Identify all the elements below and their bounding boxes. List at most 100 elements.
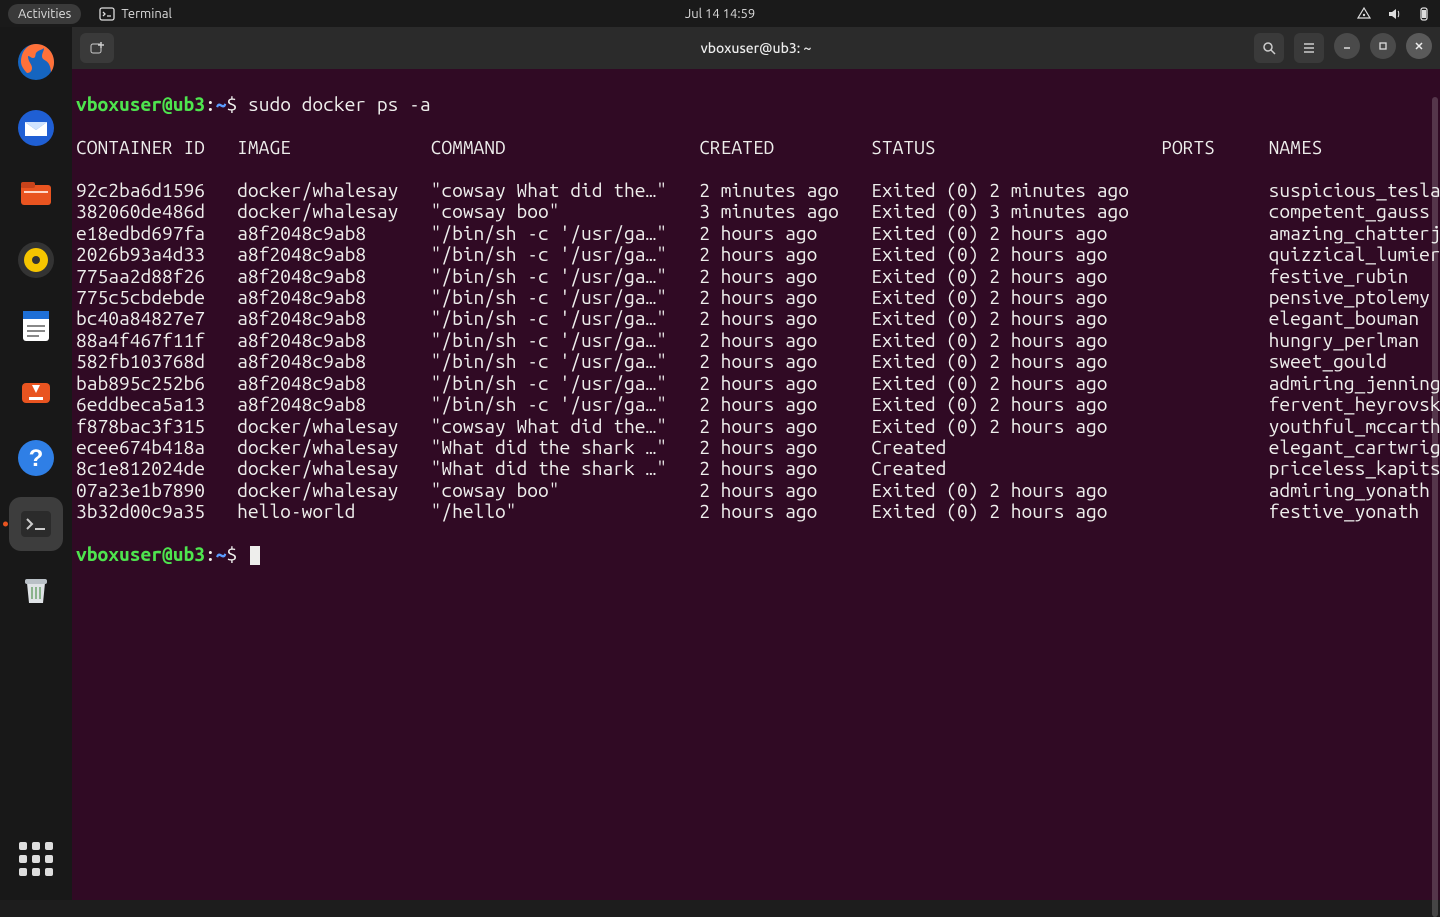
cell-image: docker/whalesay [237, 201, 430, 222]
window-titlebar: vboxuser@ub3: ~ [72, 27, 1440, 69]
cell-image: a8f2048c9ab8 [237, 308, 430, 329]
cell-image: a8f2048c9ab8 [237, 223, 430, 244]
cell-command: "cowsay boo" [431, 480, 700, 501]
cell-status: Exited (0) 3 minutes ago [871, 201, 1161, 222]
table-row: 3b32d00c9a35hello-world"/hello"2 hours a… [76, 501, 1436, 522]
minimize-icon [1341, 40, 1353, 52]
cell-command: "/bin/sh -c '/usr/ga…" [431, 266, 700, 287]
show-applications-button[interactable] [9, 832, 63, 886]
cell-created: 2 hours ago [699, 416, 871, 437]
hamburger-menu-button[interactable] [1294, 33, 1324, 63]
cell-command: "/bin/sh -c '/usr/ga…" [431, 287, 700, 308]
cell-status: Exited (0) 2 hours ago [871, 373, 1161, 394]
activities-button[interactable]: Activities [8, 4, 81, 24]
search-icon [1262, 41, 1276, 55]
cell-image: docker/whalesay [237, 437, 430, 458]
dock-trash[interactable] [9, 563, 63, 617]
power-icon [1416, 6, 1432, 22]
cell-names: pensive_ptolemy [1269, 287, 1430, 308]
cell-names: amazing_chatterjee [1269, 223, 1440, 244]
dock-files[interactable] [9, 167, 63, 221]
dock-terminal[interactable] [9, 497, 63, 551]
dock-rhythmbox[interactable] [9, 233, 63, 287]
table-row: 2026b93a4d33a8f2048c9ab8"/bin/sh -c '/us… [76, 244, 1436, 265]
cell-image: a8f2048c9ab8 [237, 330, 430, 351]
dock-firefox[interactable] [9, 35, 63, 89]
cell-created: 2 minutes ago [699, 180, 871, 201]
cell-created: 2 hours ago [699, 308, 871, 329]
cell-status: Exited (0) 2 hours ago [871, 287, 1161, 308]
cell-id: ecee674b418a [76, 437, 237, 458]
cell-names: hungry_perlman [1269, 330, 1419, 351]
cell-id: 582fb103768d [76, 351, 237, 372]
cell-status: Exited (0) 2 hours ago [871, 223, 1161, 244]
window-close-button[interactable] [1406, 33, 1432, 59]
dock-help[interactable]: ? [9, 431, 63, 485]
dock-writer[interactable] [9, 299, 63, 353]
cell-id: bab895c252b6 [76, 373, 237, 394]
dock-software[interactable] [9, 365, 63, 419]
window-maximize-button[interactable] [1370, 33, 1396, 59]
svg-text:?: ? [29, 445, 44, 472]
cell-names: suspicious_tesla [1269, 180, 1440, 201]
app-indicator[interactable]: Terminal [99, 6, 172, 22]
cell-created: 2 hours ago [699, 351, 871, 372]
dock-thunderbird[interactable] [9, 101, 63, 155]
maximize-icon [1377, 40, 1389, 52]
prompt-line-2: vboxuser@ub3:~$ [76, 544, 1436, 565]
cell-id: 07a23e1b7890 [76, 480, 237, 501]
terminal-scrollbar[interactable] [1432, 97, 1438, 917]
cell-names: festive_rubin [1269, 266, 1409, 287]
cell-status: Exited (0) 2 hours ago [871, 501, 1161, 522]
cell-command: "/bin/sh -c '/usr/ga…" [431, 308, 700, 329]
volume-icon [1386, 6, 1402, 22]
cell-id: 3b32d00c9a35 [76, 501, 237, 522]
cell-status: Exited (0) 2 minutes ago [871, 180, 1161, 201]
cell-names: fervent_heyrovsky [1269, 394, 1440, 415]
cell-created: 2 hours ago [699, 501, 871, 522]
command-text: sudo docker ps -a [248, 94, 431, 115]
table-row: f878bac3f315docker/whalesay"cowsay What … [76, 416, 1436, 437]
cell-command: "cowsay What did the…" [431, 416, 700, 437]
cell-command: "/bin/sh -c '/usr/ga…" [431, 244, 700, 265]
prompt-line: vboxuser@ub3:~$ sudo docker ps -a [76, 94, 1436, 115]
cell-id: f878bac3f315 [76, 416, 237, 437]
window-title: vboxuser@ub3: ~ [701, 40, 812, 56]
clock[interactable]: Jul 14 14:59 [685, 7, 755, 21]
table-row: e18edbd697faa8f2048c9ab8"/bin/sh -c '/us… [76, 223, 1436, 244]
dock: ? [0, 27, 72, 900]
cell-status: Exited (0) 2 hours ago [871, 480, 1161, 501]
terminal-window: vboxuser@ub3: ~ vboxuser@ub3:~$ sudo doc… [72, 27, 1440, 900]
cell-id: 6eddbeca5a13 [76, 394, 237, 415]
table-row: bab895c252b6a8f2048c9ab8"/bin/sh -c '/us… [76, 373, 1436, 394]
system-tray[interactable] [1356, 6, 1432, 22]
cell-status: Exited (0) 2 hours ago [871, 244, 1161, 265]
cell-names: sweet_gould [1269, 351, 1387, 372]
cell-status: Exited (0) 2 hours ago [871, 330, 1161, 351]
cell-command: "What did the shark …" [431, 437, 700, 458]
cell-created: 2 hours ago [699, 373, 871, 394]
cell-command: "/bin/sh -c '/usr/ga…" [431, 330, 700, 351]
cell-image: a8f2048c9ab8 [237, 244, 430, 265]
cell-created: 2 hours ago [699, 330, 871, 351]
table-row: ecee674b418adocker/whalesay"What did the… [76, 437, 1436, 458]
hamburger-icon [1302, 41, 1316, 55]
cell-created: 2 hours ago [699, 287, 871, 308]
window-minimize-button[interactable] [1334, 33, 1360, 59]
cell-command: "/bin/sh -c '/usr/ga…" [431, 373, 700, 394]
cell-id: 382060de486d [76, 201, 237, 222]
cell-created: 2 hours ago [699, 437, 871, 458]
cell-names: admiring_yonath [1269, 480, 1430, 501]
search-button[interactable] [1254, 33, 1284, 63]
table-row: 8c1e812024dedocker/whalesay"What did the… [76, 458, 1436, 479]
cell-created: 2 hours ago [699, 223, 871, 244]
new-tab-icon [89, 40, 105, 56]
cell-command: "What did the shark …" [431, 458, 700, 479]
network-icon [1356, 6, 1372, 22]
cell-status: Created [871, 437, 1161, 458]
cell-names: elegant_bouman [1269, 308, 1419, 329]
app-indicator-label: Terminal [121, 7, 172, 21]
new-tab-button[interactable] [80, 33, 114, 63]
cell-status: Exited (0) 2 hours ago [871, 266, 1161, 287]
terminal-body[interactable]: vboxuser@ub3:~$ sudo docker ps -a CONTAI… [72, 69, 1440, 900]
